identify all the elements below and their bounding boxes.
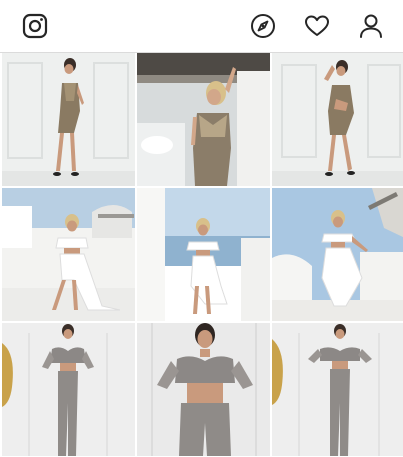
post-thumbnail[interactable] [272,323,403,456]
post-thumbnail[interactable] [137,53,270,186]
heart-icon[interactable] [303,12,331,40]
post-image [272,53,403,186]
posts-grid [2,53,403,457]
post-thumbnail[interactable] [272,53,403,186]
post-thumbnail[interactable] [2,53,135,186]
top-navigation-bar [0,0,403,53]
post-thumbnail[interactable] [137,323,270,456]
post-image [137,53,270,186]
compass-icon[interactable] [249,12,277,40]
post-thumbnail[interactable] [2,323,135,456]
post-image [272,323,403,456]
instagram-icon[interactable] [21,12,49,40]
post-image [2,323,135,456]
post-image [2,53,135,186]
post-thumbnail[interactable] [137,188,270,321]
post-thumbnail[interactable] [272,188,403,321]
post-image [272,188,403,321]
post-image [137,323,270,456]
profile-icon[interactable] [357,12,385,40]
post-image [137,188,270,321]
post-thumbnail[interactable] [2,188,135,321]
post-image [2,188,135,321]
